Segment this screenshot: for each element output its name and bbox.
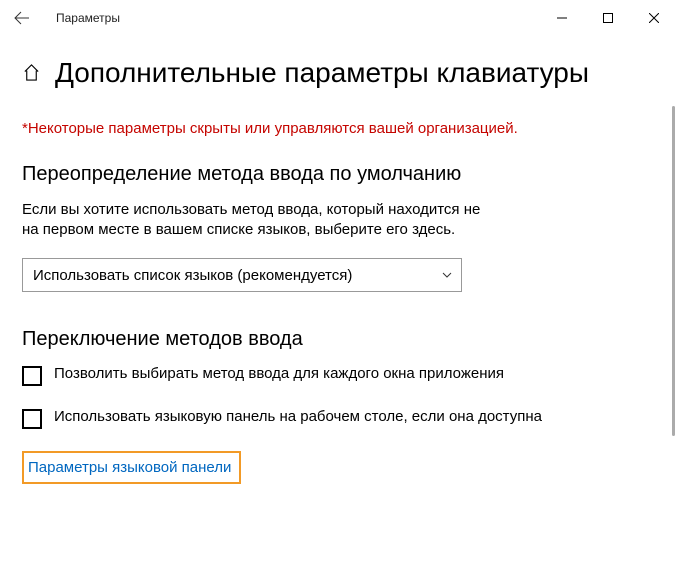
scrollbar-thumb[interactable]: [672, 106, 675, 436]
checkbox-language-bar[interactable]: Использовать языковую панель на рабочем …: [22, 408, 572, 429]
checkbox-icon: [22, 409, 42, 429]
window-controls: [539, 2, 677, 34]
scrollbar[interactable]: [671, 36, 677, 582]
maximize-icon: [603, 13, 613, 23]
close-button[interactable]: [631, 2, 677, 34]
policy-warning: *Некоторые параметры скрыты или управляю…: [22, 120, 649, 137]
checkbox-label: Позволить выбирать метод ввода для каждо…: [54, 365, 504, 382]
default-input-method-dropdown[interactable]: Использовать список языков (рекомендуетс…: [22, 258, 462, 292]
language-bar-settings-link[interactable]: Параметры языковой панели: [22, 451, 241, 484]
minimize-button[interactable]: [539, 2, 585, 34]
page-title: Дополнительные параметры клавиатуры: [55, 56, 589, 90]
close-icon: [649, 13, 659, 23]
chevron-down-icon: [441, 269, 453, 281]
section1-desc: Если вы хотите использовать метод ввода,…: [22, 200, 492, 241]
main-content: Дополнительные параметры клавиатуры *Нек…: [0, 36, 671, 582]
home-button[interactable]: [22, 63, 41, 82]
arrow-left-icon: [14, 10, 30, 26]
checkbox-per-window[interactable]: Позволить выбирать метод ввода для каждо…: [22, 365, 572, 386]
section1-title: Переопределение метода ввода по умолчани…: [22, 163, 649, 186]
minimize-icon: [557, 13, 567, 23]
maximize-button[interactable]: [585, 2, 631, 34]
window-title: Параметры: [56, 11, 120, 25]
section2-title: Переключение методов ввода: [22, 328, 649, 351]
back-button[interactable]: [14, 10, 42, 26]
titlebar: Параметры: [0, 0, 677, 36]
checkbox-label: Использовать языковую панель на рабочем …: [54, 408, 542, 425]
home-icon: [22, 63, 41, 82]
dropdown-value: Использовать список языков (рекомендуетс…: [33, 267, 352, 284]
checkbox-icon: [22, 366, 42, 386]
